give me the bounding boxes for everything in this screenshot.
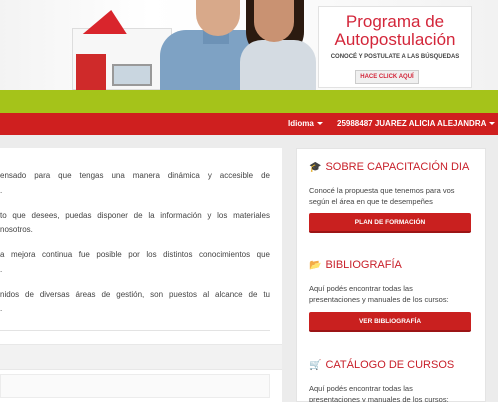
intro-paragraph-line: . [0,304,3,313]
chevron-down-icon [316,122,323,126]
intro-paragraph-line: ensado para que tengas una manera dinámi… [0,171,270,180]
store-window-illustration [112,64,152,86]
bibliografia-title: BIBLIOGRAFÍA [325,259,402,271]
user-name-label: 25988487 JUAREZ ALICIA ALEJANDRA [337,119,487,128]
catalogo-text: presentaciones y manuales de los cursos: [309,395,449,402]
intro-paragraph-line: nosotros. [0,225,33,234]
promo-subtitle: CONOCÉ Y POSTULATE A LAS BÚSQUEDAS [330,54,460,60]
store-wall-illustration [76,54,106,90]
folder-icon: 📂 [309,260,322,271]
bibliografia-text: presentaciones y manuales de los cursos: [309,295,449,304]
language-dropdown[interactable]: Idioma [288,113,323,135]
promo-title-line-2: Autopostulación [334,30,456,49]
capacitacion-text: Conocé la propuesta que tenemos para vos [309,186,455,195]
catalogo-text: Aquí podés encontrar todas las [309,384,413,393]
employee-woman-face [254,0,294,42]
bibliografia-text: Aquí podés encontrar todas las [309,284,413,293]
section-row-strip [0,374,270,398]
promo-title-line-1: Programa de [345,12,445,31]
bibliografia-heading: 📂 BIBLIOGRAFÍA [309,259,402,275]
content-divider [0,330,270,331]
plan-formacion-button[interactable]: PLAN DE FORMACIÓN [309,213,471,233]
header-banner: Programa de Autopostulación CONOCÉ Y POS… [0,0,498,90]
store-roof-illustration [82,10,134,34]
employee-woman-illustration [240,40,316,90]
autopostulacion-promo[interactable]: Programa de Autopostulación CONOCÉ Y POS… [318,6,472,88]
intro-paragraph-line: . [0,265,3,274]
capacitacion-title: SOBRE CAPACITACIÓN DIA [325,161,470,173]
catalogo-title: CATÁLOGO DE CURSOS [325,359,455,371]
cart-icon: 🛒 [309,360,322,371]
section-header-strip [0,344,282,370]
promo-click-button[interactable]: HACE CLICK AQUÍ [355,70,419,84]
intro-paragraph-line: nidos de diversas áreas de gestión, son … [0,290,270,299]
top-navbar: Idioma 25988487 JUAREZ ALICIA ALEJANDRA [0,113,498,135]
chevron-down-icon [489,122,496,126]
user-menu-dropdown[interactable]: 25988487 JUAREZ ALICIA ALEJANDRA [337,113,496,135]
catalogo-heading: 🛒 CATÁLOGO DE CURSOS [309,359,454,375]
language-label: Idioma [288,119,314,128]
intro-paragraph-line: a mejora continua fue posible por los di… [0,250,270,259]
capacitacion-text: según el área en que te desempeñes [309,197,433,206]
green-divider-bar [0,90,498,113]
intro-paragraph-line: to que desees, puedas disponer de la inf… [0,211,270,220]
graduation-cap-icon: 🎓 [309,162,322,173]
ver-bibliografia-button[interactable]: VER BIBLIOGRAFÍA [309,312,471,332]
intro-paragraph-line: . [0,186,3,195]
sidebar-panel: 🎓 SOBRE CAPACITACIÓN DIA Conocé la propue… [296,148,486,402]
capacitacion-heading: 🎓 SOBRE CAPACITACIÓN DIA [309,161,469,177]
